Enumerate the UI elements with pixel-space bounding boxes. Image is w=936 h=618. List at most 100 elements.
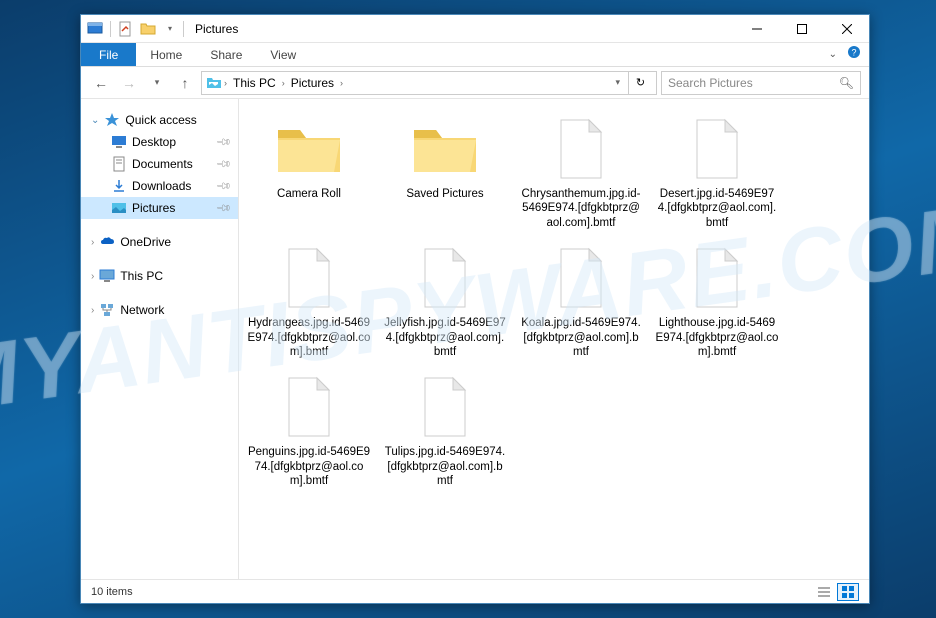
folder-icon	[409, 113, 481, 185]
item-label: Camera Roll	[277, 187, 341, 201]
search-input[interactable]: Search Pictures 🔍︎	[661, 71, 861, 95]
explorer-window: ▾ Pictures File Home Share View ⌄ ? ← → …	[80, 14, 870, 604]
sidebar-item-quick-access[interactable]: ⌄ Quick access	[81, 109, 238, 131]
file-item[interactable]: Penguins.jpg.id-5469E974.[dfgkbtprz@aol.…	[245, 367, 373, 492]
maximize-button[interactable]	[779, 15, 824, 43]
chevron-right-icon[interactable]: ›	[282, 78, 285, 88]
star-icon	[104, 112, 120, 128]
item-label: Desert.jpg.id-5469E974.[dfgkbtprz@aol.co…	[655, 187, 779, 230]
svg-text:?: ?	[851, 48, 856, 58]
address-dropdown-icon[interactable]: ▾	[611, 77, 624, 88]
file-item[interactable]: Desert.jpg.id-5469E974.[dfgkbtprz@aol.co…	[653, 109, 781, 234]
statusbar: 10 items	[81, 579, 869, 603]
folder-icon[interactable]	[138, 19, 158, 39]
sidebar-item-label: Pictures	[132, 201, 175, 215]
chevron-right-icon: ›	[91, 237, 94, 248]
addressbar: ← → ▾ ↑ › This PC › Pictures › ▾ ↻ Searc…	[81, 67, 869, 99]
recent-dropdown[interactable]: ▾	[145, 71, 169, 95]
view-details-button[interactable]	[813, 583, 835, 601]
sidebar-item-label: Downloads	[132, 179, 191, 193]
file-item[interactable]: Tulips.jpg.id-5469E974.[dfgkbtprz@aol.co…	[381, 367, 509, 492]
pictures-breadcrumb-icon	[206, 75, 222, 91]
sidebar-item-pictures[interactable]: Pictures 📌︎	[81, 197, 238, 219]
file-item[interactable]: Jellyfish.jpg.id-5469E974.[dfgkbtprz@aol…	[381, 238, 509, 363]
downloads-icon	[111, 178, 127, 194]
documents-icon	[111, 156, 127, 172]
chevron-down-icon: ⌄	[91, 115, 99, 126]
pin-icon: 📌︎	[215, 134, 232, 151]
breadcrumb-pictures[interactable]: Pictures	[287, 76, 338, 90]
sidebar-item-label: Quick access	[125, 113, 196, 127]
view-icons-button[interactable]	[837, 583, 859, 601]
properties-icon[interactable]	[116, 19, 136, 39]
breadcrumb-thispc[interactable]: This PC	[229, 76, 280, 90]
sidebar-item-label: Network	[120, 303, 164, 317]
item-label: Hydrangeas.jpg.id-5469E974.[dfgkbtprz@ao…	[247, 316, 371, 359]
tab-file[interactable]: File	[81, 43, 136, 66]
pin-icon: 📌︎	[215, 200, 232, 217]
file-item[interactable]: Lighthouse.jpg.id-5469E974.[dfgkbtprz@ao…	[653, 238, 781, 363]
chevron-right-icon: ›	[91, 271, 94, 282]
item-label: Koala.jpg.id-5469E974.[dfgkbtprz@aol.com…	[519, 316, 643, 359]
ribbon-expand-icon[interactable]: ⌄	[829, 49, 837, 60]
file-icon	[545, 113, 617, 185]
window-controls	[734, 15, 869, 42]
search-icon: 🔍︎	[839, 76, 854, 90]
pin-icon: 📌︎	[215, 178, 232, 195]
chevron-right-icon[interactable]: ›	[224, 78, 227, 88]
pin-icon: 📌︎	[215, 156, 232, 173]
item-count: 10 items	[91, 586, 133, 598]
sidebar-item-desktop[interactable]: Desktop 📌︎	[81, 131, 238, 153]
tab-home[interactable]: Home	[136, 43, 196, 66]
navigation-pane: ⌄ Quick access Desktop 📌︎ Documents 📌︎ D…	[81, 99, 239, 579]
items-view[interactable]: Camera Roll Saved Pictures Chrysanthemum.j…	[239, 99, 869, 579]
file-icon	[273, 242, 345, 314]
chevron-right-icon[interactable]: ›	[340, 78, 343, 88]
sidebar-item-label: This PC	[120, 269, 163, 283]
this-pc-icon	[99, 268, 115, 284]
back-button[interactable]: ←	[89, 71, 113, 95]
quick-access-toolbar: ▾	[81, 15, 180, 42]
file-icon	[273, 371, 345, 443]
file-icon	[681, 113, 753, 185]
sidebar-item-onedrive[interactable]: › OneDrive	[81, 231, 238, 253]
file-item[interactable]: Chrysanthemum.jpg.id-5469E974.[dfgkbtprz…	[517, 109, 645, 234]
folder-item[interactable]: Camera Roll	[245, 109, 373, 234]
sidebar-item-network[interactable]: › Network	[81, 299, 238, 321]
close-button[interactable]	[824, 15, 869, 43]
chevron-right-icon: ›	[91, 305, 94, 316]
content-area: ⌄ Quick access Desktop 📌︎ Documents 📌︎ D…	[81, 99, 869, 579]
sidebar-item-label: Documents	[132, 157, 193, 171]
window-title: Pictures	[195, 22, 238, 36]
folder-icon	[273, 113, 345, 185]
pictures-icon	[111, 200, 127, 216]
forward-button[interactable]: →	[117, 71, 141, 95]
minimize-button[interactable]	[734, 15, 779, 43]
qat-dropdown-icon[interactable]: ▾	[160, 19, 180, 39]
item-label: Penguins.jpg.id-5469E974.[dfgkbtprz@aol.…	[247, 445, 371, 488]
sidebar-item-this-pc[interactable]: › This PC	[81, 265, 238, 287]
file-item[interactable]: Hydrangeas.jpg.id-5469E974.[dfgkbtprz@ao…	[245, 238, 373, 363]
up-button[interactable]: ↑	[173, 71, 197, 95]
network-icon	[99, 302, 115, 318]
ribbon-tabs: File Home Share View ⌄ ?	[81, 43, 869, 67]
sidebar-item-documents[interactable]: Documents 📌︎	[81, 153, 238, 175]
file-icon	[681, 242, 753, 314]
explorer-icon[interactable]	[85, 19, 105, 39]
sidebar-item-downloads[interactable]: Downloads 📌︎	[81, 175, 238, 197]
item-label: Saved Pictures	[406, 187, 483, 201]
tab-share[interactable]: Share	[196, 43, 256, 66]
item-label: Lighthouse.jpg.id-5469E974.[dfgkbtprz@ao…	[655, 316, 779, 359]
onedrive-icon	[99, 234, 115, 250]
breadcrumb[interactable]: › This PC › Pictures › ▾ ↻	[201, 71, 657, 95]
item-label: Chrysanthemum.jpg.id-5469E974.[dfgkbtprz…	[519, 187, 643, 230]
folder-item[interactable]: Saved Pictures	[381, 109, 509, 234]
sidebar-item-label: OneDrive	[120, 235, 171, 249]
file-item[interactable]: Koala.jpg.id-5469E974.[dfgkbtprz@aol.com…	[517, 238, 645, 363]
file-icon	[409, 371, 481, 443]
item-label: Jellyfish.jpg.id-5469E974.[dfgkbtprz@aol…	[383, 316, 507, 359]
sidebar-item-label: Desktop	[132, 135, 176, 149]
refresh-button[interactable]: ↻	[628, 72, 652, 94]
help-icon[interactable]: ?	[847, 45, 861, 64]
tab-view[interactable]: View	[256, 43, 310, 66]
